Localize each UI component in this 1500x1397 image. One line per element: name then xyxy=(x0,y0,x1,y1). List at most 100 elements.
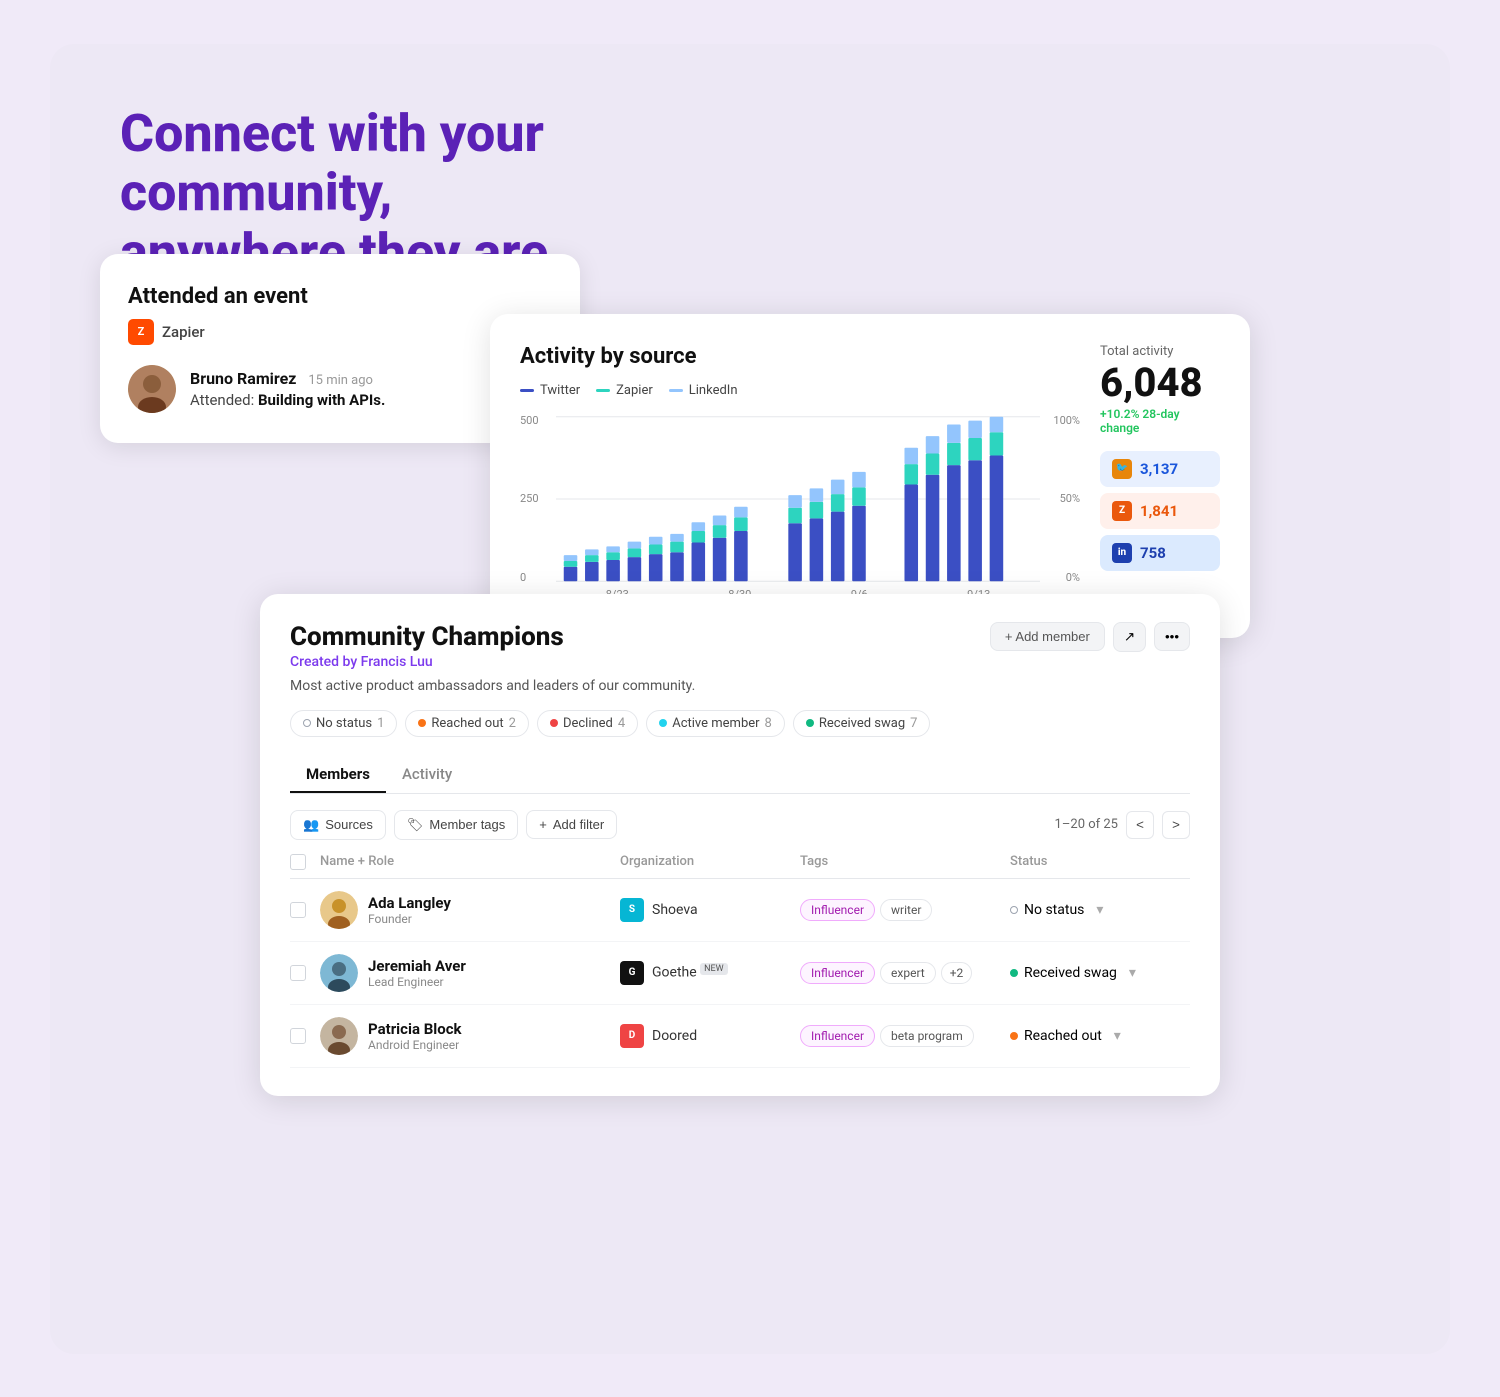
pill-count-reached: 2 xyxy=(509,716,516,731)
pill-count-swag: 7 xyxy=(910,716,917,731)
legend-dot-twitter xyxy=(520,389,534,392)
pill-reached-out[interactable]: Reached out 2 xyxy=(405,710,529,737)
header-name-col: Name + Role xyxy=(320,854,620,870)
org-cell-0: S Shoeva xyxy=(620,898,800,922)
pill-received-swag[interactable]: Received swag 7 xyxy=(793,710,931,737)
avatar-jeremiah xyxy=(320,954,358,992)
linkedin-stat-icon: in xyxy=(1112,543,1132,563)
member-cell-0: Ada Langley Founder xyxy=(320,891,620,929)
tab-activity[interactable]: Activity xyxy=(386,757,468,793)
status-chevron-0[interactable]: ▾ xyxy=(1096,902,1103,918)
org-name-2: Doored xyxy=(652,1028,697,1044)
pill-label-declined: Declined xyxy=(563,716,613,731)
activity-event: Building with APIs. xyxy=(258,391,385,409)
main-container: Connect with your community, anywhere th… xyxy=(50,44,1450,1354)
member-tags-filter-button[interactable]: 🏷 Member tags xyxy=(394,810,518,840)
legend-dot-zapier xyxy=(596,389,610,392)
new-badge: NEW xyxy=(700,963,728,975)
activity-info: Bruno Ramirez 15 min ago Attended: Build… xyxy=(190,369,385,409)
pill-no-status[interactable]: No status 1 xyxy=(290,710,397,737)
change-percent: +10.2% xyxy=(1100,407,1139,421)
status-cell-0: No status ▾ xyxy=(1010,902,1190,918)
status-dot-1 xyxy=(1010,969,1018,977)
status-chevron-1[interactable]: ▾ xyxy=(1129,965,1136,981)
zapier-stat-icon: Z xyxy=(1112,501,1132,521)
legend-zapier: Zapier xyxy=(596,383,653,398)
status-text-0: No status xyxy=(1024,902,1084,918)
org-icon-goethe: G xyxy=(620,961,644,985)
table-row: Ada Langley Founder S Shoeva Influencer … xyxy=(290,879,1190,942)
org-name-1: Goethe NEW xyxy=(652,964,728,981)
linkedin-count: 758 xyxy=(1140,544,1166,562)
tag-influencer-1: Influencer xyxy=(800,962,875,984)
chart-legend: Twitter Zapier LinkedIn xyxy=(520,383,1080,398)
header-checkbox-col xyxy=(290,854,320,870)
more-button[interactable]: ••• xyxy=(1154,622,1190,651)
add-filter-button[interactable]: + Add filter xyxy=(526,810,617,839)
twitter-icon: 🐦 xyxy=(1112,459,1132,479)
pill-active-member[interactable]: Active member 8 xyxy=(646,710,785,737)
activity-name-row: Bruno Ramirez 15 min ago xyxy=(190,369,385,388)
tags-cell-0: Influencer writer xyxy=(800,899,1010,921)
row-checkbox-2[interactable] xyxy=(290,1028,306,1044)
header-org-col: Organization xyxy=(620,854,800,870)
avatar-ada xyxy=(320,891,358,929)
add-member-button[interactable]: + Add member xyxy=(990,622,1105,651)
avatar-patricia xyxy=(320,1017,358,1055)
chart-section: Activity by source Twitter Zapier Linked… xyxy=(520,344,1080,614)
status-cell-1: Received swag ▾ xyxy=(1010,965,1190,981)
tag-plus-1: +2 xyxy=(941,962,973,984)
activity-title: Activity by source xyxy=(520,344,1080,369)
legend-label-twitter: Twitter xyxy=(540,383,580,398)
community-title: Community Champions xyxy=(290,622,564,652)
tag-influencer-0: Influencer xyxy=(800,899,875,921)
pagination-text: 1–20 of 25 xyxy=(1055,817,1118,832)
chart-area: 500 250 0 xyxy=(520,414,1080,614)
headline-line1: Connect with your community, xyxy=(120,103,544,224)
stat-linkedin: in 758 xyxy=(1100,535,1220,571)
event-source: Z Zapier xyxy=(128,319,552,345)
status-chevron-2[interactable]: ▾ xyxy=(1114,1028,1121,1044)
pill-declined[interactable]: Declined 4 xyxy=(537,710,638,737)
table-row: Patricia Block Android Engineer D Doored… xyxy=(290,1005,1190,1068)
member-name-2: Patricia Block xyxy=(368,1020,462,1038)
activity-time: 15 min ago xyxy=(308,373,373,388)
member-role-2: Android Engineer xyxy=(368,1038,462,1052)
pill-label-swag: Received swag xyxy=(819,716,905,731)
event-title: Attended an event xyxy=(128,284,552,309)
pill-count-declined: 4 xyxy=(618,716,625,731)
pill-dot-reached xyxy=(418,719,426,727)
org-cell-1: G Goethe NEW xyxy=(620,961,800,985)
share-button[interactable]: ↗ xyxy=(1113,622,1146,652)
pill-dot-declined xyxy=(550,719,558,727)
community-subtitle: Created by Francis Luu xyxy=(290,654,564,670)
prev-page-button[interactable]: < xyxy=(1126,811,1154,839)
status-dot-2 xyxy=(1010,1032,1018,1040)
pagination: 1–20 of 25 < > xyxy=(1055,811,1190,839)
stat-twitter: 🐦 3,137 xyxy=(1100,451,1220,487)
legend-label-zapier: Zapier xyxy=(616,383,653,398)
sources-filter-button[interactable]: 👥 Sources xyxy=(290,810,386,840)
event-source-name: Zapier xyxy=(162,323,205,341)
table-header: Name + Role Organization Tags Status xyxy=(290,854,1190,879)
legend-twitter: Twitter xyxy=(520,383,580,398)
stat-zapier: Z 1,841 xyxy=(1100,493,1220,529)
member-role-0: Founder xyxy=(368,912,451,926)
header-status-col: Status xyxy=(1010,854,1190,870)
row-checkbox-1[interactable] xyxy=(290,965,306,981)
activity-label: Attended: xyxy=(190,391,254,409)
pill-label-reached: Reached out xyxy=(431,716,503,731)
status-dot-0 xyxy=(1010,906,1018,914)
activity-desc: Attended: Building with APIs. xyxy=(190,391,385,409)
zapier-count: 1,841 xyxy=(1140,502,1178,520)
total-activity-number: 6,048 xyxy=(1100,363,1220,403)
total-activity-change: +10.2% 28-day change xyxy=(1100,407,1220,435)
filters-row: 👥 Sources 🏷 Member tags + Add filter 1–2… xyxy=(290,810,1190,840)
table-row: Jeremiah Aver Lead Engineer G Goethe NEW… xyxy=(290,942,1190,1005)
twitter-count: 3,137 xyxy=(1140,460,1178,478)
tab-members[interactable]: Members xyxy=(290,757,386,793)
select-all-checkbox[interactable] xyxy=(290,854,306,870)
tabs-row: Members Activity xyxy=(290,757,1190,794)
row-checkbox-0[interactable] xyxy=(290,902,306,918)
next-page-button[interactable]: > xyxy=(1162,811,1190,839)
